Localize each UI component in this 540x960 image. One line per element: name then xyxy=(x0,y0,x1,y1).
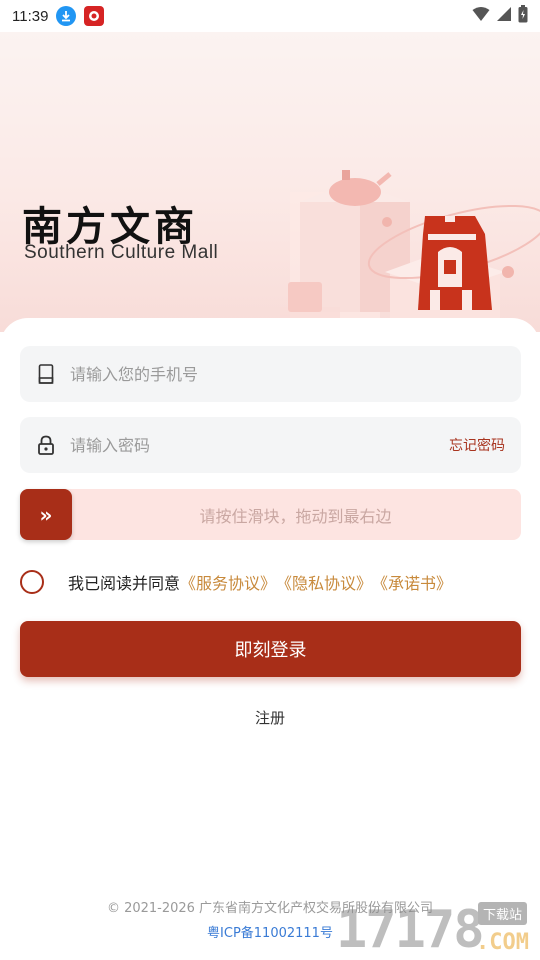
lock-icon xyxy=(36,434,56,456)
icp-link[interactable]: 粤ICP备11002111号 xyxy=(0,922,540,941)
agreement-row: 我已阅读并同意 《服务协议》 《隐私协议》 《承诺书》 xyxy=(20,570,452,594)
password-field[interactable]: 忘记密码 xyxy=(20,417,521,473)
hero-banner: 南方文商 Southern Culture Mall xyxy=(0,32,540,332)
app-notification-icon xyxy=(84,6,105,26)
status-right-group xyxy=(472,5,528,27)
copyright-text: © 2021-2026 广东省南方文化产权交易所股份有限公司 xyxy=(106,901,434,916)
download-icon xyxy=(56,6,77,26)
register-link[interactable]: 注册 xyxy=(0,707,540,728)
agreement-prefix: 我已阅读并同意 xyxy=(68,574,181,593)
slide-verify-track[interactable]: 请按住滑块，拖动到最右边 » xyxy=(20,489,521,540)
status-bar: 11:39 xyxy=(0,0,540,32)
double-chevron-right-icon: » xyxy=(39,502,53,527)
status-time: 11:39 xyxy=(12,7,49,25)
service-agreement-link[interactable]: 《服务协议》 xyxy=(180,570,276,594)
privacy-agreement-link[interactable]: 《隐私协议》 xyxy=(276,570,372,594)
login-button[interactable]: 即刻登录 xyxy=(20,621,521,677)
phone-input[interactable] xyxy=(70,364,505,384)
commitment-letter-link[interactable]: 《承诺书》 xyxy=(372,570,452,594)
signal-icon xyxy=(496,6,512,26)
password-input[interactable] xyxy=(70,435,449,455)
battery-icon xyxy=(518,5,528,27)
slide-verify-hint: 请按住滑块，拖动到最右边 xyxy=(199,506,392,526)
phone-icon xyxy=(36,363,56,385)
brand-logo-en: Southern Culture Mall xyxy=(24,242,219,263)
forgot-password-link[interactable]: 忘记密码 xyxy=(449,435,505,455)
slide-verify-handle[interactable]: » xyxy=(20,489,72,540)
phone-field[interactable] xyxy=(20,346,521,402)
hero-illustration xyxy=(280,170,540,332)
agreement-checkbox[interactable] xyxy=(20,570,44,594)
wifi-icon xyxy=(472,6,490,26)
